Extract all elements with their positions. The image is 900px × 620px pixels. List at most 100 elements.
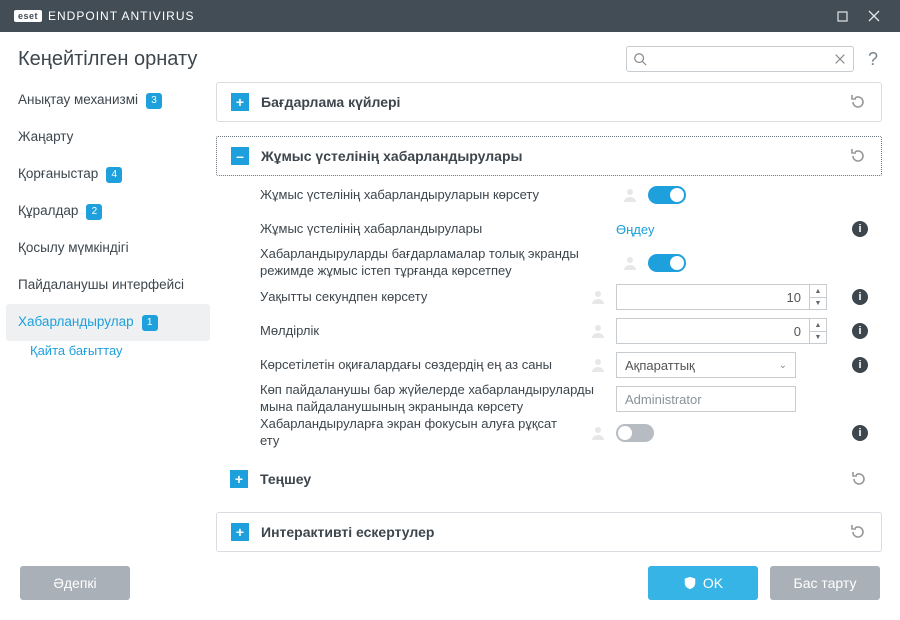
revert-icon[interactable]	[849, 93, 867, 111]
close-icon	[868, 10, 880, 22]
user-icon	[590, 425, 606, 441]
panel-title: Жұмыс үстелінің хабарландырулары	[261, 148, 837, 164]
user-icon	[590, 289, 606, 305]
sidebar-item-label: Хабарландырулар	[18, 314, 134, 330]
seconds-stepper: ▲▼	[616, 284, 796, 310]
edit-link[interactable]: Өңдеу	[616, 222, 654, 237]
row-seconds: Уақытты секундпен көрсету ▲▼ i	[260, 280, 868, 314]
chevron-down-icon: ⌄	[779, 360, 787, 371]
help-button[interactable]: ?	[864, 49, 882, 70]
verbosity-select[interactable]: Ақпараттық ⌄	[616, 352, 796, 378]
sidebar-item-label: Жаңарту	[18, 129, 73, 145]
panel-interactive-alerts: + Интерактивті ескертулер	[216, 512, 882, 552]
sidebar-item-notifications[interactable]: Хабарландырулар 1	[6, 304, 210, 341]
sidebar-item-detection[interactable]: Анықтау механизмі 3	[6, 82, 210, 119]
panel-head-desktop-notifications[interactable]: – Жұмыс үстелінің хабарландырулары	[216, 136, 882, 176]
info-icon[interactable]: i	[852, 323, 868, 339]
stepper-up[interactable]: ▲	[809, 284, 827, 297]
sidebar-item-tools[interactable]: Құралдар 2	[6, 193, 210, 230]
info-icon[interactable]: i	[852, 289, 868, 305]
stepper-down[interactable]: ▼	[809, 331, 827, 344]
clear-icon[interactable]	[833, 52, 847, 66]
multiuser-input[interactable]	[616, 386, 796, 412]
brand: eset ENDPOINT ANTIVIRUS	[14, 9, 194, 23]
panel-title: Теңшеу	[260, 471, 838, 487]
opacity-input[interactable]	[616, 318, 809, 344]
sidebar-item-update[interactable]: Жаңарту	[6, 119, 210, 156]
toggle-show-notifications[interactable]	[648, 186, 686, 204]
user-icon	[622, 255, 638, 271]
expand-icon: +	[231, 93, 249, 111]
revert-icon[interactable]	[849, 147, 867, 165]
toggle-focus[interactable]	[616, 424, 654, 442]
seconds-input[interactable]	[616, 284, 809, 310]
window-close-button[interactable]	[858, 0, 890, 32]
user-icon	[622, 187, 638, 203]
sidebar-badge: 4	[106, 167, 122, 183]
row-fullscreen-suppress: Хабарландыруларды бағдарламалар толық эк…	[260, 246, 868, 280]
sidebar-badge: 3	[146, 93, 162, 109]
sidebar-sub-forwarding[interactable]: Қайта бағыттау	[6, 341, 210, 362]
cancel-button[interactable]: Бас тарту	[770, 566, 880, 600]
info-icon[interactable]: i	[852, 357, 868, 373]
info-icon[interactable]: i	[852, 221, 868, 237]
sidebar-item-label: Анықтау механизмі	[18, 92, 138, 108]
sidebar-item-protections[interactable]: Қорғаныстар 4	[6, 156, 210, 193]
revert-icon[interactable]	[849, 523, 867, 541]
row-label: Мөлдірлік	[260, 323, 580, 340]
row-label: Хабарландыруларды бағдарламалар толық эк…	[260, 246, 612, 280]
search-icon	[633, 52, 647, 66]
sidebar-item-label: Қорғаныстар	[18, 166, 98, 182]
sidebar-badge: 1	[142, 315, 158, 331]
square-icon	[837, 11, 848, 22]
panel-head-interactive-alerts[interactable]: + Интерактивті ескертулер	[217, 513, 881, 551]
select-value: Ақпараттық	[625, 358, 695, 373]
row-show-notifications: Жұмыс үстелінің хабарландыруларын көрсет…	[260, 178, 868, 212]
panel-head-customize[interactable]: + Теңшеу	[216, 460, 882, 498]
user-icon	[590, 323, 606, 339]
brand-name: ENDPOINT ANTIVIRUS	[48, 9, 194, 23]
shield-icon	[683, 576, 697, 590]
row-label: Көрсетілетін оқиғалардағы сөздердің ең а…	[260, 357, 580, 374]
panel-title: Бағдарлама күйлері	[261, 94, 837, 110]
stepper-down[interactable]: ▼	[809, 297, 827, 310]
expand-icon: +	[230, 470, 248, 488]
opacity-stepper: ▲▼	[616, 318, 796, 344]
sidebar-item-label: Құралдар	[18, 203, 78, 219]
row-focus: Хабарландыруларға экран фокусын алуға рұ…	[260, 416, 868, 450]
window-maximize-button[interactable]	[826, 0, 858, 32]
row-edit-notifications: Жұмыс үстелінің хабарландырулары Өңдеу i	[260, 212, 868, 246]
info-icon[interactable]: i	[852, 425, 868, 441]
expand-icon: +	[231, 523, 249, 541]
search-input[interactable]	[626, 46, 854, 72]
panel-desktop-notifications: – Жұмыс үстелінің хабарландырулары Жұмыс…	[216, 136, 882, 498]
row-label: Көп пайдаланушы бар жүйелерде хабарланды…	[260, 382, 606, 416]
sidebar-item-ui[interactable]: Пайдаланушы интерфейсі	[6, 267, 210, 304]
sidebar-item-label: Қосылу мүмкіндігі	[18, 240, 129, 256]
row-label: Уақытты секундпен көрсету	[260, 289, 580, 306]
sidebar-item-label: Пайдаланушы интерфейсі	[18, 277, 184, 293]
footer: Әдепкі OK Бас тарту	[0, 552, 900, 614]
row-label: Жұмыс үстелінің хабарландыруларын көрсет…	[260, 187, 612, 204]
sidebar: Анықтау механизмі 3 Жаңарту Қорғаныстар …	[0, 82, 210, 552]
row-label: Жұмыс үстелінің хабарландырулары	[260, 221, 606, 238]
revert-icon[interactable]	[850, 470, 868, 488]
brand-logo: eset	[14, 10, 42, 22]
panel-head-app-states[interactable]: + Бағдарлама күйлері	[217, 83, 881, 121]
row-opacity: Мөлдірлік ▲▼ i	[260, 314, 868, 348]
toggle-fullscreen-suppress[interactable]	[648, 254, 686, 272]
sidebar-item-connection[interactable]: Қосылу мүмкіндігі	[6, 230, 210, 267]
panel-app-states: + Бағдарлама күйлері	[216, 82, 882, 122]
default-button[interactable]: Әдепкі	[20, 566, 130, 600]
user-icon	[590, 357, 606, 373]
titlebar: eset ENDPOINT ANTIVIRUS	[0, 0, 900, 32]
ok-button[interactable]: OK	[648, 566, 758, 600]
collapse-icon: –	[231, 147, 249, 165]
sidebar-badge: 2	[86, 204, 102, 220]
search-wrap	[626, 46, 854, 72]
header: Кеңейтілген орнату ?	[0, 32, 900, 82]
stepper-up[interactable]: ▲	[809, 318, 827, 331]
panel-title: Интерактивті ескертулер	[261, 524, 837, 540]
page-title: Кеңейтілген орнату	[18, 48, 197, 71]
ok-label: OK	[703, 575, 723, 591]
